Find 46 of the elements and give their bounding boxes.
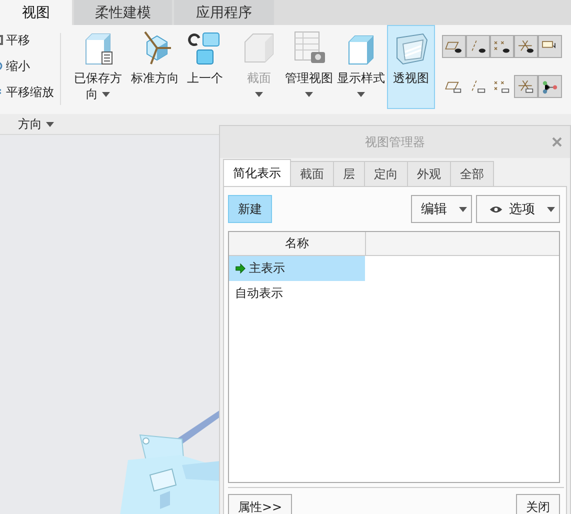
options-menu-button[interactable]: 选项 <box>476 195 560 223</box>
ribbon-button[interactable]: 显示样式 <box>335 25 387 109</box>
dialog-tab[interactable]: 简化表示 <box>223 159 291 186</box>
display-toggle[interactable] <box>490 35 514 58</box>
dialog-tab[interactable]: 定向 <box>364 161 408 186</box>
display-toggle[interactable] <box>442 35 466 58</box>
dialog-tab[interactable]: 外观 <box>407 161 451 186</box>
caret-icon <box>46 122 54 127</box>
display-toggle[interactable] <box>538 75 562 98</box>
group-label[interactable]: 方向 <box>18 114 54 134</box>
dialog-title: 视图管理器 <box>365 134 425 150</box>
display-toggle[interactable] <box>514 75 538 98</box>
datum-icon <box>444 79 464 94</box>
list-item[interactable]: 自动表示 <box>229 281 365 306</box>
datum-icon <box>516 39 536 54</box>
datum-icon <box>492 79 512 94</box>
list-item[interactable]: 主表示 <box>229 256 365 281</box>
new-button[interactable]: 新建 <box>228 195 272 223</box>
datum-icon <box>444 39 464 54</box>
datum-icon <box>516 79 536 94</box>
ribbon-button[interactable]: 透视图 <box>387 25 435 109</box>
display-toggle[interactable] <box>538 35 562 58</box>
ribbon-tab[interactable]: 柔性建模 <box>74 0 172 25</box>
arrow-icon <box>235 263 246 274</box>
caret-icon <box>547 206 555 212</box>
dialog-button[interactable]: 属性>> <box>228 494 292 514</box>
ribbon-tab[interactable]: 视图 <box>0 0 72 25</box>
datum-icon <box>492 39 512 54</box>
ribbon-button[interactable]: 已保存方向 <box>67 25 129 109</box>
caret-icon <box>459 206 467 212</box>
display-toggle[interactable] <box>514 35 538 58</box>
nodes-icon <box>540 79 560 94</box>
ribbon-tab[interactable]: 应用程序 <box>174 0 274 25</box>
ribbon-button[interactable]: 平移 <box>0 31 54 49</box>
ribbon-button[interactable]: 管理视图 <box>283 25 335 109</box>
ribbon-button[interactable]: 平移缩放 <box>0 83 54 101</box>
ribbon-button[interactable]: 缩小 <box>0 57 54 75</box>
dialog-tab[interactable]: 截面 <box>290 161 334 186</box>
dialog-tab[interactable]: 层 <box>333 161 365 186</box>
display-toggle[interactable] <box>466 35 490 58</box>
dialog-tab[interactable]: 全部 <box>450 161 494 186</box>
eye-icon <box>489 204 503 214</box>
dialog-button[interactable]: 关闭 <box>516 494 560 514</box>
ribbon-button[interactable]: 上一个 <box>181 25 229 109</box>
edit-menu-button[interactable]: 编辑 <box>411 195 472 223</box>
ribbon-button[interactable]: 标准方向 <box>129 25 181 109</box>
